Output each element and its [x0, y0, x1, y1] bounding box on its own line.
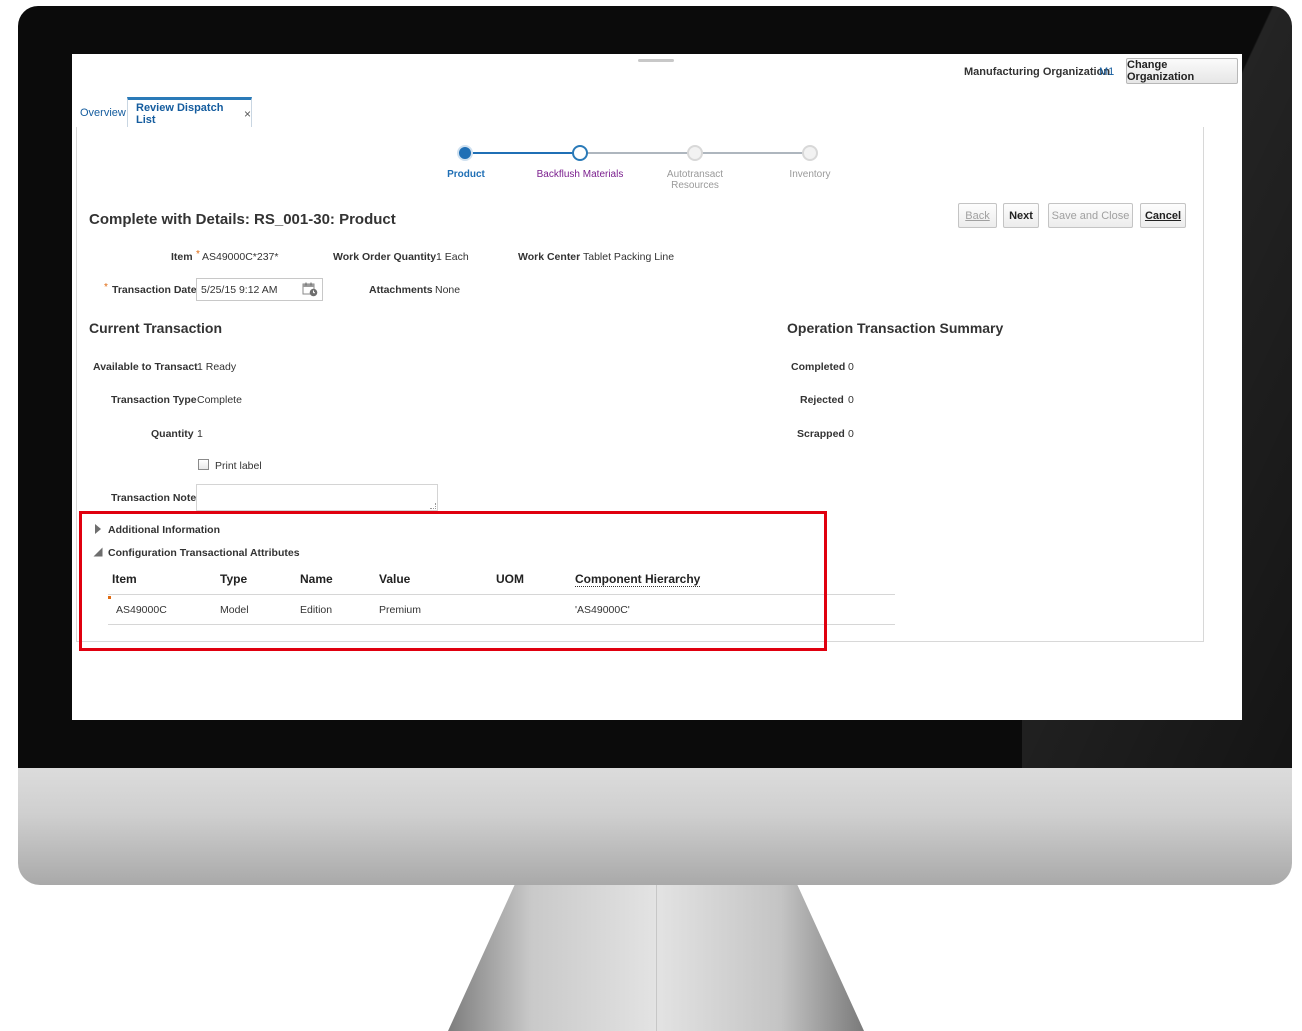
available-to-transact-value: 1 Ready — [197, 361, 237, 373]
monitor-chin — [18, 768, 1292, 885]
train-label-autotransact[interactable]: Autotransact Resources — [650, 169, 740, 191]
change-organization-button[interactable]: Change Organization — [1126, 58, 1238, 84]
rejected-value: 0 — [848, 394, 854, 406]
train-stop-backflush[interactable] — [572, 145, 588, 161]
tab-overview[interactable]: Overview — [80, 107, 126, 119]
transaction-date-label: Transaction Date — [112, 284, 197, 296]
drag-handle[interactable] — [638, 59, 674, 62]
completed-label: Completed — [791, 361, 846, 373]
train-label-inventory[interactable]: Inventory — [765, 169, 855, 180]
train-stop-product[interactable] — [457, 145, 473, 161]
transaction-type-value: Complete — [197, 394, 242, 406]
print-label-checkbox[interactable] — [198, 459, 209, 470]
transaction-note-label: Transaction Note — [111, 492, 197, 504]
item-value: AS49000C*237* — [202, 251, 279, 263]
item-label: Item — [171, 251, 193, 263]
train-stop-inventory[interactable] — [802, 145, 818, 161]
tab-review-dispatch-list[interactable]: Review Dispatch List × — [127, 97, 252, 127]
quantity-value: 1 — [197, 428, 203, 440]
quantity-label: Quantity — [151, 428, 194, 440]
operation-summary-heading: Operation Transaction Summary — [787, 320, 1004, 336]
required-marker: * — [104, 282, 108, 293]
stand-reflection-line — [656, 885, 657, 1031]
scrapped-value: 0 — [848, 428, 854, 440]
work-order-quantity-label: Work Order Quantity — [333, 251, 437, 263]
next-button[interactable]: Next — [1003, 203, 1039, 228]
tab-label: Review Dispatch List — [136, 101, 224, 126]
org-label: Manufacturing Organization — [964, 66, 1111, 78]
next-button-label: Next — [1009, 209, 1033, 222]
cancel-button-label: Cancel — [1144, 209, 1182, 222]
required-marker: * — [196, 249, 200, 260]
back-button-label: Back — [965, 209, 990, 222]
train-label-backflush[interactable]: Backflush Materials — [535, 169, 625, 180]
transaction-type-label: Transaction Type — [111, 394, 197, 406]
calendar-icon[interactable] — [302, 281, 318, 297]
train-stop-autotransact[interactable] — [687, 145, 703, 161]
save-close-label: Save and Close — [1051, 209, 1130, 222]
back-button[interactable]: Back — [958, 203, 997, 228]
save-and-close-button[interactable]: Save and Close — [1048, 203, 1133, 228]
resize-grip[interactable] — [430, 503, 436, 509]
work-center-label: Work Center — [518, 251, 581, 263]
work-order-quantity-value: 1 Each — [436, 251, 469, 263]
attachments-label: Attachments — [369, 284, 433, 296]
current-transaction-heading: Current Transaction — [89, 320, 223, 336]
train-label-product[interactable]: Product — [421, 169, 511, 180]
rejected-label: Rejected — [800, 394, 844, 406]
available-to-transact-label: Available to Transact — [93, 361, 198, 373]
highlight-annotation — [79, 511, 827, 651]
scrapped-label: Scrapped — [797, 428, 845, 440]
work-center-value: Tablet Packing Line — [583, 251, 675, 263]
attachments-value[interactable]: None — [435, 284, 460, 296]
completed-value: 0 — [848, 361, 854, 373]
org-code-link[interactable]: M1 — [1099, 66, 1114, 78]
transaction-note-textarea[interactable] — [196, 484, 438, 511]
page-title: Complete with Details: RS_001-30: Produc… — [89, 211, 396, 228]
train-connector — [465, 152, 580, 154]
print-label-text: Print label — [215, 460, 262, 472]
close-icon[interactable]: × — [244, 107, 251, 121]
cancel-button[interactable]: Cancel — [1140, 203, 1186, 228]
tab-bar: Overview Review Dispatch List × — [72, 97, 1242, 127]
